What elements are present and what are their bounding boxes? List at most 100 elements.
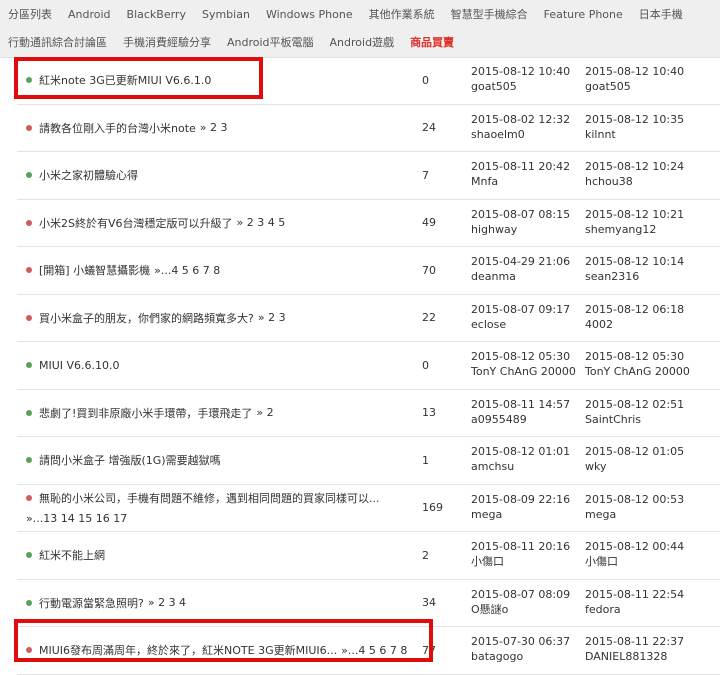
thread-title-link[interactable]: 請問小米盒子 增強版(1G)需要越獄嗎 xyxy=(39,452,221,468)
last-reply-info: 2015-08-12 01:05 wky xyxy=(585,444,700,474)
thread-row[interactable]: 買小米盒子的朋友，你們家的網路頻寬多大? » 2 3 22 2015-08-07 09… xyxy=(17,295,720,342)
last-reply-user-link[interactable]: SaintChris xyxy=(585,412,700,427)
last-reply-info: 2015-08-12 10:14 sean2316 xyxy=(585,254,700,284)
last-reply-time: 2015-08-12 10:21 xyxy=(585,207,685,221)
thread-title-cell: 小米2S終於有V6台灣穩定版可以升級了 » 2 3 4 5 xyxy=(26,200,421,247)
nav-link-other-os[interactable]: 其他作業系統 xyxy=(361,6,443,22)
nav-link-android-tablet[interactable]: Android平板電腦 xyxy=(219,34,322,50)
thread-title-cell: 無恥的小米公司，手機有問題不維修，遇到相同問題的買家同樣可以... »...13 … xyxy=(26,485,421,532)
post-time: 2015-08-09 22:16 xyxy=(471,492,571,506)
post-info: 2015-08-12 10:40 goat505 xyxy=(471,64,586,94)
thread-title-link[interactable]: MIUI V6.6.10.0 xyxy=(39,359,120,372)
thread-title-link[interactable]: [開箱] 小蟻智慧攝影機 xyxy=(39,262,150,278)
reply-count: 0 xyxy=(422,358,429,372)
post-time: 2015-08-07 08:15 xyxy=(471,207,571,221)
thread-title-link[interactable]: 小米之家初體驗心得 xyxy=(39,167,138,183)
thread-row[interactable]: 請問小米盒子 增強版(1G)需要越獄嗎 1 2015-08-12 01:01 amch… xyxy=(17,437,720,485)
author-link[interactable]: eclose xyxy=(471,317,586,332)
thread-title-link[interactable]: 小米2S終於有V6台灣穩定版可以升級了 xyxy=(39,215,233,231)
last-reply-user-link[interactable]: kilnnt xyxy=(585,127,700,142)
thread-page-links[interactable]: » 2 3 4 xyxy=(148,596,186,609)
author-link[interactable]: goat505 xyxy=(471,79,586,94)
nav-link-smartphone-general[interactable]: 智慧型手機綜合 xyxy=(443,6,536,22)
thread-title-cell: 小米之家初體驗心得 xyxy=(26,152,421,199)
thread-table: 紅米note 3G已更新MIUI V6.6.1.0 0 2015-08-12 10:… xyxy=(17,57,720,675)
post-info: 2015-08-11 20:16 小傷口 xyxy=(471,539,586,569)
last-reply-user-link[interactable]: 小傷口 xyxy=(585,554,700,569)
thread-title-link[interactable]: 悲劇了!買到非原廠小米手環帶，手環飛走了 xyxy=(39,405,252,421)
last-reply-info: 2015-08-12 02:51 SaintChris xyxy=(585,397,700,427)
thread-row[interactable]: 悲劇了!買到非原廠小米手環帶，手環飛走了 » 2 13 2015-08-11 14:5… xyxy=(17,390,720,437)
last-reply-user-link[interactable]: goat505 xyxy=(585,79,700,94)
author-link[interactable]: a0955489 xyxy=(471,412,586,427)
nav-link-marketplace[interactable]: 商品買賣 xyxy=(402,34,462,50)
nav-link-windows-phone[interactable]: Windows Phone xyxy=(258,8,361,21)
thread-page-links[interactable]: »...13 14 15 16 17 xyxy=(26,512,127,525)
post-time: 2015-08-12 05:30 xyxy=(471,350,571,363)
author-link[interactable]: Mnfa xyxy=(471,174,586,189)
author-link[interactable]: 小傷口 xyxy=(471,554,586,569)
last-reply-user-link[interactable]: TonY ChAnG 20000 xyxy=(585,364,700,379)
thread-title-cell: 請問小米盒子 增強版(1G)需要越獄嗎 xyxy=(26,437,421,484)
last-reply-user-link[interactable]: shemyang12 xyxy=(585,222,700,237)
thread-row[interactable]: 小米2S終於有V6台灣穩定版可以升級了 » 2 3 4 5 49 2015-08-07… xyxy=(17,200,720,247)
reply-count: 0 xyxy=(422,73,429,87)
nav-link-android[interactable]: Android xyxy=(60,8,119,21)
author-link[interactable]: shaoelm0 xyxy=(471,127,586,142)
status-dot-icon xyxy=(26,409,32,416)
author-link[interactable]: amchsu xyxy=(471,459,586,474)
nav-link-feature-phone[interactable]: Feature Phone xyxy=(536,8,631,21)
last-reply-info: 2015-08-11 22:37 DANIEL881328 xyxy=(585,634,700,664)
thread-page-links[interactable]: » 2 3 xyxy=(200,121,228,134)
thread-title-link[interactable]: 請教各位剛入手的台灣小米note xyxy=(39,120,196,136)
thread-title-cell: 悲劇了!買到非原廠小米手環帶，手環飛走了 » 2 xyxy=(26,390,421,437)
thread-row[interactable]: 請教各位剛入手的台灣小米note » 2 3 24 2015-08-02 12:32 s… xyxy=(17,105,720,152)
thread-title-cell: 買小米盒子的朋友，你們家的網路頻寬多大? » 2 3 xyxy=(26,295,421,342)
thread-row[interactable]: 無恥的小米公司，手機有問題不維修，遇到相同問題的買家同樣可以... »...13 … xyxy=(17,485,720,532)
thread-page-links[interactable]: »...4 5 6 7 8 xyxy=(154,264,220,277)
last-reply-user-link[interactable]: mega xyxy=(585,507,700,522)
last-reply-time: 2015-08-12 10:35 xyxy=(585,112,685,126)
nav-link-android-games[interactable]: Android遊戲 xyxy=(322,34,403,50)
thread-title-link[interactable]: 行動電源當緊急照明? xyxy=(39,595,144,611)
thread-title-link[interactable]: 紅米不能上網 xyxy=(39,547,105,563)
last-reply-info: 2015-08-12 06:18 4002 xyxy=(585,302,700,332)
last-reply-user-link[interactable]: 4002 xyxy=(585,317,700,332)
forum-nav: 分區列表 Android BlackBerry Symbian Windows … xyxy=(0,0,720,58)
nav-link-symbian[interactable]: Symbian xyxy=(194,8,258,21)
last-reply-time: 2015-08-12 00:53 xyxy=(585,492,685,506)
post-info: 2015-08-02 12:32 shaoelm0 xyxy=(471,112,586,142)
thread-page-links[interactable]: » 2 3 xyxy=(258,311,286,324)
thread-title-link[interactable]: 買小米盒子的朋友，你們家的網路頻寬多大? xyxy=(39,310,254,326)
thread-row[interactable]: 小米之家初體驗心得 7 2015-08-11 20:42 Mnfa 2015-08-12… xyxy=(17,152,720,200)
author-link[interactable]: O懸謎o xyxy=(471,602,586,617)
thread-title-link[interactable]: 無恥的小米公司，手機有問題不維修，遇到相同問題的買家同樣可以... xyxy=(39,490,380,506)
last-reply-user-link[interactable]: wky xyxy=(585,459,700,474)
nav-link-mobile-general[interactable]: 行動通訊綜合討論區 xyxy=(0,34,115,50)
status-dot-icon xyxy=(26,172,32,179)
thread-page-links[interactable]: » 2 3 4 5 xyxy=(237,216,286,229)
thread-row[interactable]: 紅米不能上網 2 2015-08-11 20:16 小傷口 2015-08-12 00:… xyxy=(17,532,720,580)
author-link[interactable]: TonY ChAnG 20000 xyxy=(471,364,586,379)
author-link[interactable]: mega xyxy=(471,507,586,522)
nav-link-japan-phone[interactable]: 日本手機 xyxy=(631,6,691,22)
post-info: 2015-08-07 09:17 eclose xyxy=(471,302,586,332)
last-reply-time: 2015-08-11 22:54 xyxy=(585,587,685,601)
post-time: 2015-08-11 20:42 xyxy=(471,160,571,173)
thread-page-links[interactable]: » 2 xyxy=(256,406,273,419)
nav-link-consumer-experience[interactable]: 手機消費經驗分享 xyxy=(115,34,219,50)
nav-link-blackberry[interactable]: BlackBerry xyxy=(119,8,194,21)
nav-link-forum-list[interactable]: 分區列表 xyxy=(0,6,60,22)
last-reply-user-link[interactable]: fedora xyxy=(585,602,700,617)
author-link[interactable]: deanma xyxy=(471,269,586,284)
thread-row[interactable]: MIUI V6.6.10.0 0 2015-08-12 05:30 TonY ChAn… xyxy=(17,342,720,390)
highlight-box-top xyxy=(14,57,263,99)
status-dot-icon xyxy=(26,362,32,369)
thread-row[interactable]: [開箱] 小蟻智慧攝影機 »...4 5 6 7 8 70 2015-04-29 21… xyxy=(17,247,720,295)
last-reply-user-link[interactable]: sean2316 xyxy=(585,269,700,284)
last-reply-user-link[interactable]: hchou38 xyxy=(585,174,700,189)
last-reply-time: 2015-08-12 01:05 xyxy=(585,445,685,458)
author-link[interactable]: highway xyxy=(471,222,586,237)
post-time: 2015-08-12 10:40 xyxy=(471,65,571,78)
reply-count: 1 xyxy=(422,453,429,467)
